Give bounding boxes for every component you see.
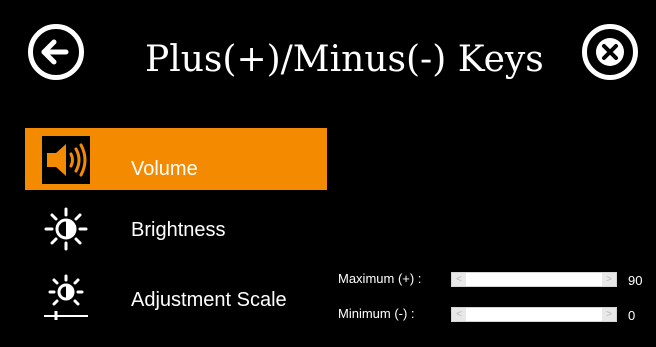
close-button[interactable]	[582, 24, 638, 80]
menu-item-label: Adjustment Scale	[131, 289, 287, 311]
minimum-value: 0	[628, 308, 636, 323]
menu-item-label: Volume	[131, 158, 198, 180]
menu-item-adjustment-scale[interactable]: Adjustment Scale	[25, 266, 327, 328]
dialog: Plus(+)/Minus(-) Keys Volume Brightness …	[8, 8, 648, 339]
speaker-icon	[42, 136, 90, 184]
slider-left-arrow-icon[interactable]: <	[452, 308, 466, 321]
maximum-slider[interactable]: < >	[451, 272, 617, 287]
back-button[interactable]	[28, 24, 84, 80]
brightness-icon	[44, 207, 88, 251]
page-title: Plus(+)/Minus(-) Keys	[145, 39, 544, 80]
maximum-label: Maximum (+) :	[338, 271, 422, 286]
slider-right-arrow-icon[interactable]: >	[602, 308, 616, 321]
slider-right-arrow-icon[interactable]: >	[602, 273, 616, 286]
menu-item-brightness[interactable]: Brightness	[25, 197, 327, 259]
minimum-slider[interactable]: < >	[451, 307, 617, 322]
menu-item-label: Brightness	[131, 219, 226, 241]
maximum-value: 90	[628, 273, 643, 288]
slider-left-arrow-icon[interactable]: <	[452, 273, 466, 286]
adjustment-scale-icon	[44, 274, 88, 320]
arrow-left-icon	[41, 39, 69, 65]
minimum-label: Minimum (-) :	[338, 306, 415, 321]
menu-item-volume[interactable]: Volume	[25, 128, 327, 190]
close-icon	[596, 38, 624, 66]
